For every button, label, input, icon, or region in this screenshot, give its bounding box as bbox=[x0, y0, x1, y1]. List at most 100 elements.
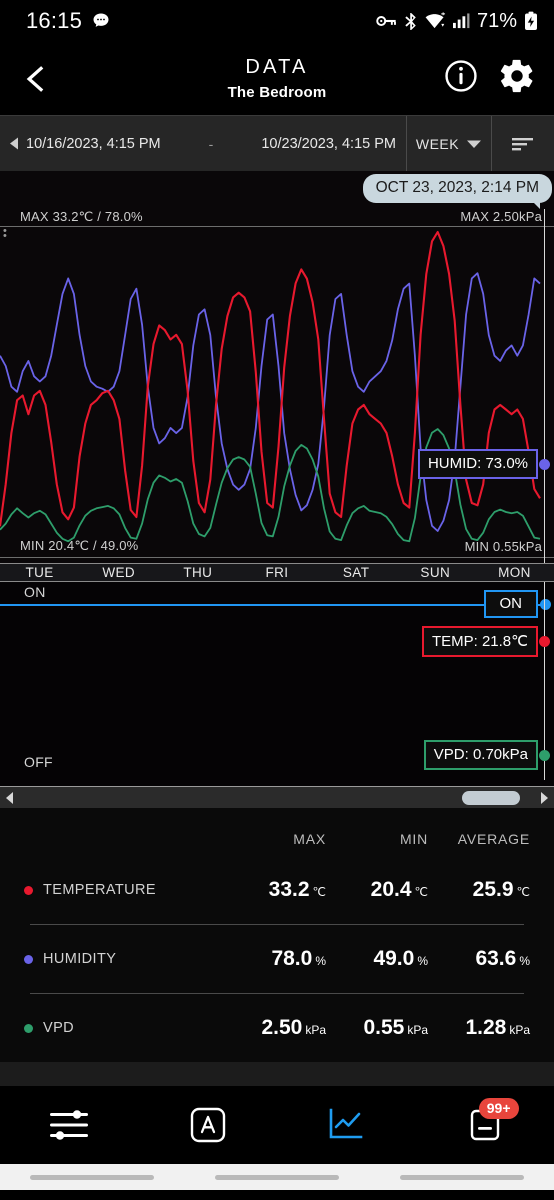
bluetooth-icon bbox=[404, 12, 418, 31]
temperature-cursor-dot bbox=[539, 636, 550, 647]
filter-lines-icon bbox=[510, 135, 536, 153]
auto-a-icon bbox=[189, 1106, 227, 1144]
info-button[interactable] bbox=[444, 59, 478, 98]
value: 78.0 bbox=[271, 947, 312, 970]
gesture-pill bbox=[215, 1175, 339, 1180]
value: 25.9 bbox=[473, 878, 514, 901]
header-actions bbox=[444, 57, 536, 100]
nav-item-data[interactable] bbox=[277, 1086, 416, 1164]
filter-button[interactable] bbox=[492, 116, 554, 171]
stats-col-max: MAX bbox=[224, 831, 326, 847]
series-name: TEMPERATURE bbox=[43, 882, 156, 898]
value: 49.0 bbox=[373, 947, 414, 970]
day-tick: THU bbox=[158, 565, 237, 580]
device-cursor-dot bbox=[540, 599, 551, 610]
gesture-bar bbox=[0, 1164, 554, 1190]
interval-dropdown[interactable]: WEEK bbox=[406, 116, 492, 171]
temperature-value-label: TEMP: 21.8℃ bbox=[422, 626, 538, 657]
table-row: TEMPERATURE 33.2℃ 20.4℃ 25.9℃ bbox=[24, 856, 530, 924]
status-bar-right: 71% bbox=[376, 10, 538, 33]
day-tick: SAT bbox=[317, 565, 396, 580]
unit: % bbox=[417, 954, 428, 968]
unit: % bbox=[519, 954, 530, 968]
back-button[interactable] bbox=[14, 57, 58, 101]
unit: ℃ bbox=[517, 885, 530, 899]
value: 0.55 bbox=[363, 1016, 404, 1039]
vpn-key-icon bbox=[376, 13, 397, 29]
range-separator: - bbox=[161, 136, 262, 152]
legend-dot-vpd bbox=[24, 1024, 33, 1033]
series-name: HUMIDITY bbox=[43, 951, 116, 967]
value: 33.2 bbox=[269, 878, 310, 901]
gesture-pill bbox=[30, 1175, 154, 1180]
vpd-cursor-dot bbox=[539, 750, 550, 761]
device-state-panel[interactable]: ON ON OFF bbox=[0, 582, 554, 808]
notification-badge: 99+ bbox=[479, 1098, 519, 1119]
device-off-label: OFF bbox=[24, 754, 53, 770]
vpd-avg: 1.28kPa bbox=[428, 1016, 530, 1040]
unit: % bbox=[315, 954, 326, 968]
triangle-right-icon bbox=[540, 791, 550, 805]
vpd-value-label: VPD: 0.70kPa bbox=[424, 740, 538, 770]
nav-item-auto[interactable] bbox=[139, 1086, 278, 1164]
scroll-left-button[interactable] bbox=[0, 791, 18, 805]
temperature-min: 20.4℃ bbox=[326, 878, 428, 902]
value: 2.50 bbox=[261, 1016, 302, 1039]
unit: kPa bbox=[509, 1023, 530, 1037]
legend-dot-temperature bbox=[24, 886, 33, 895]
humidity-value-label: HUMID: 73.0% bbox=[418, 449, 538, 479]
value: 63.6 bbox=[475, 947, 516, 970]
temperature-line-path bbox=[0, 232, 540, 526]
battery-percent: 71% bbox=[477, 10, 517, 33]
statistics-table: MAX MIN AVERAGE TEMPERATURE 33.2℃ 20.4℃ … bbox=[0, 808, 554, 1062]
unit: ℃ bbox=[415, 885, 428, 899]
scrollbar-thumb[interactable] bbox=[462, 791, 520, 805]
day-tick: MON bbox=[475, 565, 554, 580]
row-label-temperature: TEMPERATURE bbox=[24, 882, 224, 898]
temperature-avg: 25.9℃ bbox=[428, 878, 530, 902]
day-axis: TUE WED THU FRI SAT SUN MON bbox=[0, 563, 554, 582]
date-range-selector[interactable]: 10/16/2023, 4:15 PM - 10/23/2023, 4:15 P… bbox=[0, 116, 406, 171]
unit: ℃ bbox=[313, 885, 326, 899]
interval-label: WEEK bbox=[416, 136, 459, 152]
temperature-line bbox=[0, 232, 540, 526]
unit: kPa bbox=[407, 1023, 428, 1037]
scroll-right-button[interactable] bbox=[536, 791, 554, 805]
app-screen: 16:15 bbox=[0, 0, 554, 1200]
day-tick: SUN bbox=[396, 565, 475, 580]
triangle-left-icon bbox=[8, 136, 19, 151]
info-icon bbox=[444, 59, 478, 93]
chart-line-icon bbox=[326, 1106, 366, 1144]
humidity-max: 78.0% bbox=[224, 947, 326, 971]
scrollbar-track[interactable] bbox=[18, 787, 536, 808]
device-state-value: ON bbox=[484, 590, 539, 618]
battery-icon bbox=[524, 11, 538, 31]
humidity-min: 49.0% bbox=[326, 947, 428, 971]
prev-range-button[interactable] bbox=[8, 136, 19, 151]
settings-button[interactable] bbox=[498, 57, 536, 100]
cursor-date-tooltip: OCT 23, 2023, 2:14 PM bbox=[363, 174, 552, 203]
day-tick: WED bbox=[79, 565, 158, 580]
chevron-down-icon bbox=[466, 139, 482, 149]
app-header: DATA The Bedroom bbox=[0, 42, 554, 115]
status-bar: 16:15 bbox=[0, 0, 554, 42]
back-arrow-icon bbox=[21, 64, 51, 94]
stats-col-min: MIN bbox=[326, 831, 428, 847]
bottom-navigation: 99+ bbox=[0, 1086, 554, 1164]
sliders-icon bbox=[46, 1105, 92, 1145]
chart-series-svg bbox=[0, 171, 554, 580]
gear-icon bbox=[498, 57, 536, 95]
vpd-max: 2.50kPa bbox=[224, 1016, 326, 1040]
chart-horizontal-scrollbar[interactable] bbox=[0, 786, 554, 808]
sensor-chart[interactable]: OCT 23, 2023, 2:14 PM •• MAX 33.2℃ / 78.… bbox=[0, 171, 554, 580]
chart-container[interactable]: OCT 23, 2023, 2:14 PM •• MAX 33.2℃ / 78.… bbox=[0, 171, 554, 808]
row-label-humidity: HUMIDITY bbox=[24, 951, 224, 967]
nav-item-notes[interactable]: 99+ bbox=[416, 1086, 554, 1164]
nav-item-controls[interactable] bbox=[0, 1086, 139, 1164]
day-tick: TUE bbox=[0, 565, 79, 580]
chart-cursor-line[interactable] bbox=[544, 209, 545, 580]
device-state-line bbox=[0, 604, 545, 606]
status-bar-left: 16:15 bbox=[26, 8, 111, 34]
humidity-avg: 63.6% bbox=[428, 947, 530, 971]
page-title: DATA bbox=[245, 56, 308, 79]
